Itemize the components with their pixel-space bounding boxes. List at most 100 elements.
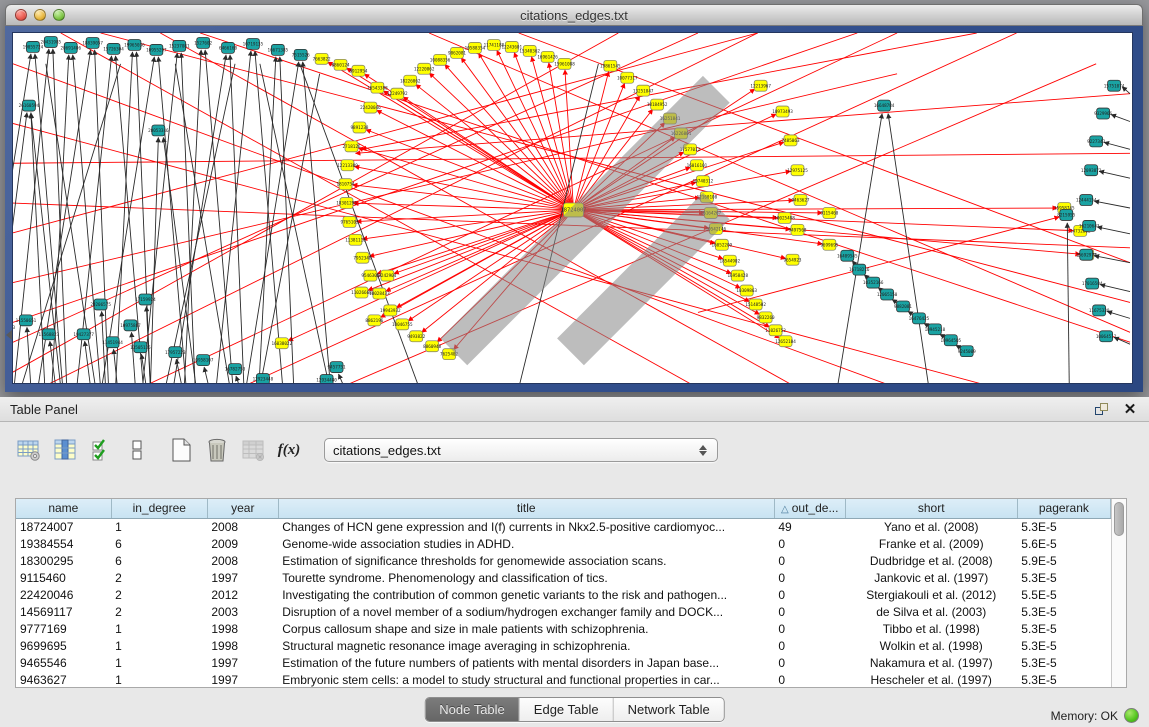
float-panel-button[interactable]	[1093, 401, 1111, 417]
cell-short: Nakamura et al. (1997)	[845, 654, 1017, 671]
column-header-pagerank[interactable]: pagerank	[1017, 499, 1110, 518]
resize-grip[interactable]	[11, 31, 1130, 381]
table-panel-title: Table Panel	[10, 402, 78, 417]
cell-in_degree: 1	[111, 654, 207, 671]
delete-table-icon	[240, 438, 266, 462]
cell-title: Investigating the contribution of common…	[278, 586, 774, 603]
cell-title: Estimation of significance thresholds fo…	[278, 552, 774, 569]
cell-out_degree: 0	[774, 569, 845, 586]
column-header-short[interactable]: short	[845, 499, 1017, 518]
cell-short: Wolkin et al. (1998)	[845, 637, 1017, 654]
cell-short: Dudbridge et al. (2008)	[845, 552, 1017, 569]
tab-edge-table[interactable]: Edge Table	[520, 698, 614, 721]
node-table[interactable]: namein_degreeyeartitle△out_de...shortpag…	[16, 499, 1111, 688]
cell-year: 1998	[207, 637, 278, 654]
window-title: citations_edges.txt	[6, 8, 1142, 23]
sort-ascending-icon: △	[781, 504, 789, 515]
cell-year: 1997	[207, 671, 278, 688]
cell-year: 1998	[207, 620, 278, 637]
cell-short: Tibbo et al. (1998)	[845, 620, 1017, 637]
table-row[interactable]: 2242004622012Investigating the contribut…	[16, 586, 1111, 603]
table-row[interactable]: 1456911722003Disruption of a novel membe…	[16, 603, 1111, 620]
cell-short: Stergiakouli et al. (2012)	[845, 586, 1017, 603]
table-row[interactable]: 911546021997Tourette syndrome. Phenomeno…	[16, 569, 1111, 586]
cell-year: 1997	[207, 654, 278, 671]
deselect-all-button[interactable]	[122, 436, 152, 464]
cell-name: 19384554	[16, 535, 111, 552]
select-all-button[interactable]	[86, 436, 116, 464]
cell-in_degree: 1	[111, 671, 207, 688]
column-header-out_degree[interactable]: △out_de...	[774, 499, 845, 518]
cell-pagerank: 5.3E-5	[1017, 671, 1110, 688]
cell-in_degree: 1	[111, 637, 207, 654]
empty-boxes-icon	[130, 438, 144, 462]
cell-short: Jankovic et al. (1997)	[845, 569, 1017, 586]
cell-name: 22420046	[16, 586, 111, 603]
table-mode-button[interactable]	[14, 436, 44, 464]
checkmarks-icon	[90, 438, 112, 462]
cell-short: Hescheler et al. (1997)	[845, 671, 1017, 688]
cell-out_degree: 0	[774, 637, 845, 654]
cell-year: 2008	[207, 552, 278, 569]
cell-title: Embryonic stem cells: a model to study s…	[278, 671, 774, 688]
cell-title: Changes of HCN gene expression and I(f) …	[278, 518, 774, 535]
cell-title: Structural magnetic resonance image aver…	[278, 637, 774, 654]
cell-out_degree: 0	[774, 552, 845, 569]
cell-pagerank: 5.3E-5	[1017, 654, 1110, 671]
cell-pagerank: 5.3E-5	[1017, 518, 1110, 535]
column-header-name[interactable]: name	[16, 499, 111, 518]
fx-icon: f(x)	[278, 442, 301, 459]
table-scrollbar-thumb[interactable]	[1114, 502, 1124, 536]
network-view-frame: 1905572420431985206914061883905715726304…	[5, 26, 1143, 392]
table-row[interactable]: 946362711997Embryonic stem cells: a mode…	[16, 671, 1111, 688]
table-row[interactable]: 977716911998Corpus callosum shape and si…	[16, 620, 1111, 637]
cell-out_degree: 0	[774, 535, 845, 552]
column-header-year[interactable]: year	[207, 499, 278, 518]
new-column-button[interactable]	[166, 436, 196, 464]
window-titlebar[interactable]: citations_edges.txt	[5, 4, 1143, 26]
cell-out_degree: 0	[774, 671, 845, 688]
delete-table-button[interactable]	[238, 436, 268, 464]
cell-short: Franke et al. (2009)	[845, 535, 1017, 552]
table-gear-icon	[16, 438, 42, 462]
memory-status-indicator[interactable]	[1124, 708, 1139, 723]
cell-out_degree: 0	[774, 654, 845, 671]
cell-pagerank: 5.6E-5	[1017, 535, 1110, 552]
cell-in_degree: 2	[111, 603, 207, 620]
tab-node-table[interactable]: Node Table	[425, 698, 520, 721]
cell-name: 9463627	[16, 671, 111, 688]
table-row[interactable]: 1872400712008Changes of HCN gene express…	[16, 518, 1111, 535]
cell-out_degree: 0	[774, 603, 845, 620]
table-row[interactable]: 969969511998Structural magnetic resonanc…	[16, 637, 1111, 654]
cell-title: Estimation of the future numbers of pati…	[278, 654, 774, 671]
close-panel-button[interactable]: ✕	[1121, 401, 1139, 417]
delete-column-button[interactable]	[202, 436, 232, 464]
table-select-dropdown[interactable]: citations_edges.txt	[324, 438, 718, 462]
status-bar: Memory: OK	[1051, 708, 1139, 723]
cell-name: 9465546	[16, 654, 111, 671]
table-row[interactable]: 946554611997Estimation of the future num…	[16, 654, 1111, 671]
cell-name: 18724007	[16, 518, 111, 535]
cell-year: 2003	[207, 603, 278, 620]
network-window: citations_edges.txt 19055724204319852069…	[5, 4, 1143, 392]
cell-name: 18300295	[16, 552, 111, 569]
table-row[interactable]: 1938455462009Genome-wide association stu…	[16, 535, 1111, 552]
cell-name: 9115460	[16, 569, 111, 586]
dropdown-stepper-icon	[699, 441, 707, 460]
network-canvas[interactable]: 1905572420431985206914061883905715726304…	[12, 32, 1133, 384]
show-columns-button[interactable]	[50, 436, 80, 464]
tab-network-table[interactable]: Network Table	[614, 698, 724, 721]
table-panel-header: Table Panel ✕	[0, 397, 1149, 422]
table-row[interactable]: 1830029562008Estimation of significance …	[16, 552, 1111, 569]
column-header-title[interactable]: title	[278, 499, 774, 518]
cell-title: Corpus callosum shape and size in male p…	[278, 620, 774, 637]
table-tab-bar: Node TableEdge TableNetwork Table	[424, 697, 725, 722]
cell-pagerank: 5.3E-5	[1017, 603, 1110, 620]
cell-out_degree: 0	[774, 620, 845, 637]
table-scrollbar[interactable]	[1111, 499, 1126, 687]
cell-name: 14569117	[16, 603, 111, 620]
column-header-in_degree[interactable]: in_degree	[111, 499, 207, 518]
collapse-panel-arrow-icon[interactable]	[1, 330, 12, 340]
table-panel: Table Panel ✕	[0, 397, 1149, 727]
function-builder-button[interactable]: f(x)	[274, 436, 304, 464]
